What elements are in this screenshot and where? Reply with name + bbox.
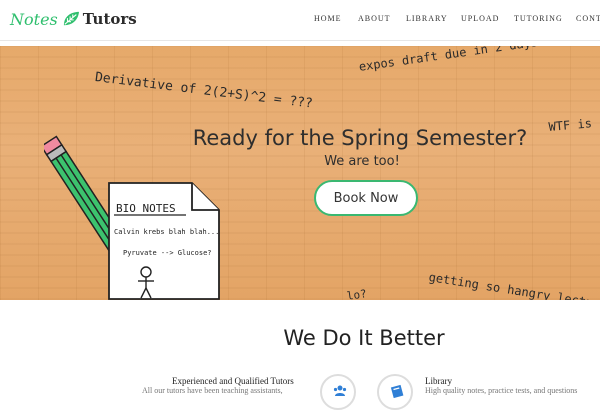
hero-subtitle: We are too! bbox=[324, 154, 400, 169]
book-now-button[interactable]: Book Now bbox=[314, 180, 418, 216]
nav-about[interactable]: ABOUT bbox=[358, 14, 391, 23]
site-logo[interactable]: Notes Tutors bbox=[10, 7, 137, 31]
bio-notes-paper bbox=[108, 182, 220, 300]
nav-home[interactable]: HOME bbox=[314, 14, 342, 23]
nav-upload[interactable]: UPLOAD bbox=[461, 14, 499, 23]
nav-contact[interactable]: CONTA bbox=[576, 14, 600, 23]
scribble-hangry: getting so hangry lecture bbox=[427, 270, 600, 300]
note-line-1: Calvin krebs blah blah... bbox=[114, 228, 220, 236]
logo-tutors-text: Tutors bbox=[82, 10, 137, 28]
logo-notes-text: Notes bbox=[10, 9, 58, 29]
hero-banner: Derivative of 2(2+S)^2 = ??? expos draft… bbox=[0, 46, 600, 300]
note-line-2: Pyruvate --> Glucose? bbox=[123, 249, 212, 257]
feature-library-icon-circle bbox=[377, 374, 413, 410]
scribble-derivative: Derivative of 2(2+S)^2 = ??? bbox=[94, 70, 314, 112]
feature-tutors-title: Experienced and Qualified Tutors bbox=[172, 376, 294, 386]
section-title: We Do It Better bbox=[283, 326, 445, 350]
nav-tutoring[interactable]: TUTORING bbox=[514, 14, 563, 23]
book-icon bbox=[390, 384, 404, 398]
hero-title: Ready for the Spring Semester? bbox=[192, 126, 528, 150]
feature-library-title: Library bbox=[425, 376, 452, 386]
feature-library-text: High quality notes, practice tests, and … bbox=[425, 386, 578, 395]
scribble-lo: lo? bbox=[346, 287, 368, 300]
feature-tutors-text: All our tutors have been teaching assist… bbox=[142, 386, 283, 395]
note-title: BIO NOTES bbox=[116, 202, 176, 215]
site-header: Notes Tutors HOME ABOUT LIBRARY UPLOAD T… bbox=[0, 0, 600, 41]
feature-tutors-icon-circle bbox=[320, 374, 356, 410]
users-icon bbox=[333, 385, 347, 396]
leaf-icon bbox=[63, 11, 79, 26]
nav-library[interactable]: LIBRARY bbox=[406, 14, 448, 23]
scribble-expos: expos draft due in 2 days :( bbox=[358, 46, 561, 74]
